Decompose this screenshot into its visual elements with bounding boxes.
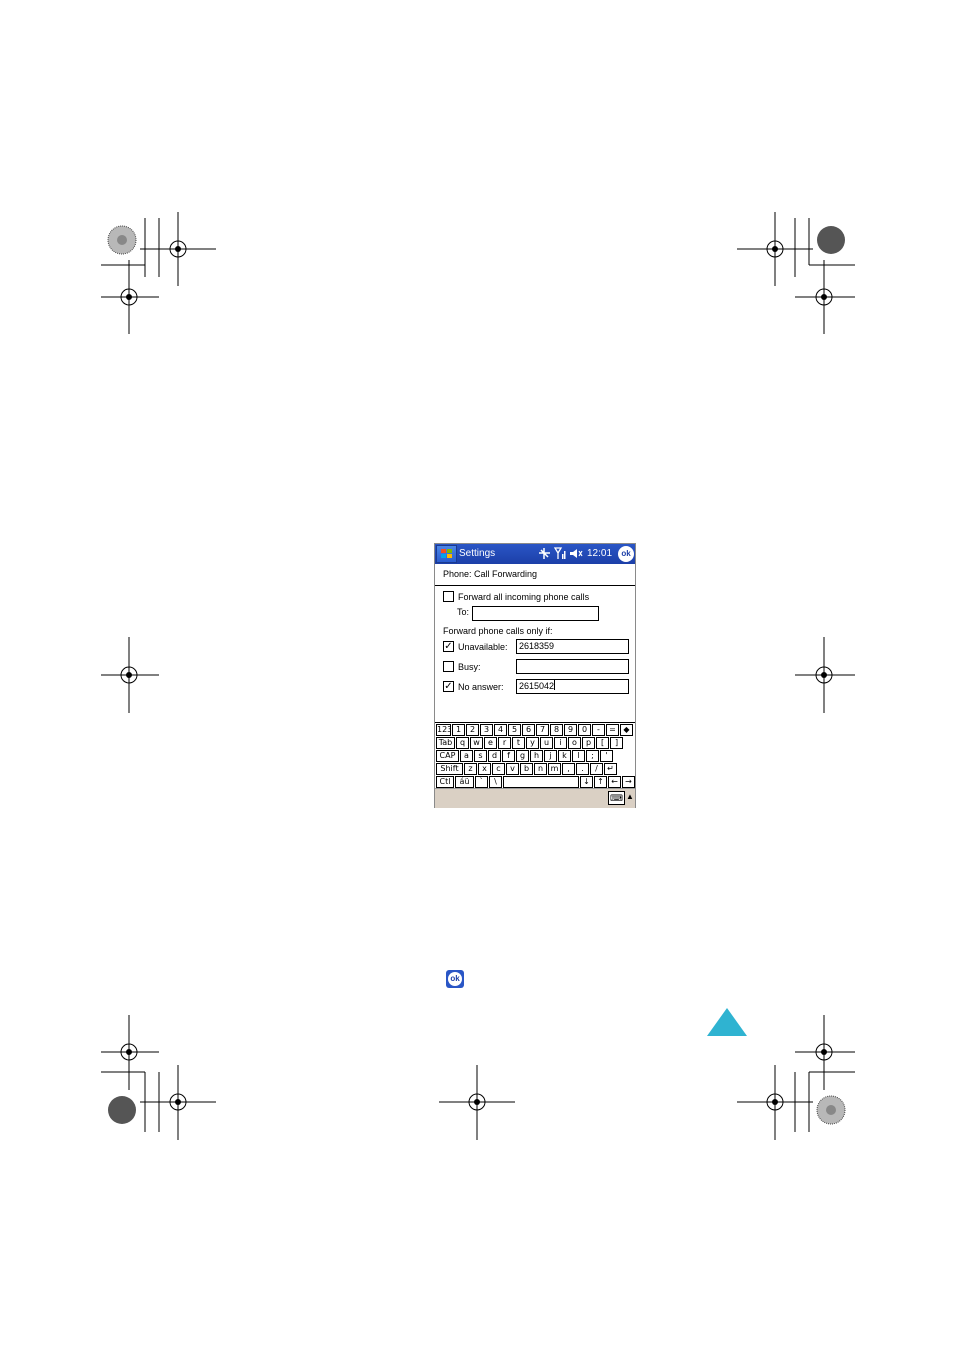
key[interactable]: 0	[578, 724, 591, 736]
key[interactable]: g	[516, 750, 529, 762]
key[interactable]: x	[478, 763, 491, 775]
key[interactable]: n	[534, 763, 547, 775]
key[interactable]: ◆	[620, 724, 633, 736]
ok-icon: ok	[446, 970, 464, 988]
key[interactable]: f	[502, 750, 515, 762]
key[interactable]: z	[464, 763, 477, 775]
key[interactable]: w	[470, 737, 483, 749]
key[interactable]: '	[600, 750, 613, 762]
key[interactable]: s	[474, 750, 487, 762]
busy-checkbox[interactable]	[443, 661, 454, 672]
key[interactable]: o	[568, 737, 581, 749]
ok-button[interactable]: ok	[618, 546, 634, 562]
no-answer-label: No answer:	[458, 682, 504, 692]
start-menu-button[interactable]	[436, 545, 457, 563]
unavailable-checkbox[interactable]: ✓	[443, 641, 454, 652]
key[interactable]: 4	[494, 724, 507, 736]
key[interactable]: ]	[610, 737, 623, 749]
key[interactable]: 2	[466, 724, 479, 736]
forward-to-field[interactable]	[472, 606, 599, 621]
clock: 12:01	[587, 548, 613, 559]
key[interactable]: Tab	[436, 737, 455, 749]
key[interactable]: =	[606, 724, 619, 736]
no-answer-checkbox[interactable]: ✓	[443, 681, 454, 692]
forward-all-checkbox[interactable]	[443, 591, 454, 602]
key[interactable]: CAP	[436, 750, 459, 762]
no-answer-number-value: 2615042	[519, 681, 555, 691]
key[interactable]: ↑	[594, 776, 607, 788]
key[interactable]: ←	[608, 776, 621, 788]
key[interactable]: Ctl	[436, 776, 454, 788]
connectivity-icon[interactable]	[538, 547, 551, 564]
key[interactable]: k	[558, 750, 571, 762]
key[interactable]: Shift	[436, 763, 463, 775]
unavailable-number-field[interactable]: 2618359	[516, 639, 629, 654]
keyboard-icon[interactable]: ⌨	[608, 791, 625, 805]
key[interactable]: c	[492, 763, 505, 775]
key[interactable]: i	[554, 737, 567, 749]
text-cursor	[554, 680, 556, 690]
conditional-forward-label: Forward phone calls only if:	[443, 626, 553, 636]
key[interactable]: /	[590, 763, 603, 775]
unavailable-number-value: 2618359	[519, 641, 555, 651]
key[interactable]: .	[576, 763, 589, 775]
busy-number-field[interactable]	[516, 659, 629, 674]
key[interactable]: ↓	[580, 776, 593, 788]
signal-icon[interactable]	[553, 547, 566, 564]
key[interactable]: a	[460, 750, 473, 762]
key[interactable]: q	[456, 737, 469, 749]
heading-divider	[435, 585, 635, 586]
key[interactable]: ↵	[604, 763, 617, 775]
key[interactable]: 8	[550, 724, 563, 736]
key[interactable]: 9	[564, 724, 577, 736]
key[interactable]: 5	[508, 724, 521, 736]
windows-flag-icon	[441, 549, 452, 558]
key[interactable]: b	[520, 763, 533, 775]
page-triangle-icon	[707, 1008, 747, 1036]
speaker-icon[interactable]	[569, 547, 583, 564]
to-label: To:	[457, 607, 470, 617]
key[interactable]: 7	[536, 724, 549, 736]
key[interactable]: t	[512, 737, 525, 749]
key[interactable]: áü	[455, 776, 474, 788]
key[interactable]: [	[596, 737, 609, 749]
key[interactable]: →	[622, 776, 635, 788]
key[interactable]: j	[544, 750, 557, 762]
menu-bar: ⌨ ▲	[435, 788, 635, 808]
ok-icon-label: ok	[448, 972, 462, 986]
key-space[interactable]	[503, 776, 579, 788]
key[interactable]: d	[488, 750, 501, 762]
key[interactable]: m	[548, 763, 561, 775]
busy-label: Busy:	[458, 662, 481, 672]
key[interactable]: h	[530, 750, 543, 762]
key[interactable]: 123	[436, 724, 451, 736]
key[interactable]: -	[592, 724, 605, 736]
key[interactable]: u	[540, 737, 553, 749]
forward-all-label: Forward all incoming phone calls	[458, 592, 590, 602]
page-title: Phone: Call Forwarding	[443, 569, 538, 579]
key[interactable]: 1	[452, 724, 465, 736]
soft-keyboard: 123 1 2 3 4 5 6 7 8 9 0- = ◆ Tab q w e r t y u i o p[] CAP a s d f g h…	[435, 722, 635, 788]
title-bar: Settings 12:01 ok	[435, 544, 635, 564]
key[interactable]: \	[489, 776, 502, 788]
no-answer-number-field[interactable]: 2615042	[516, 679, 629, 694]
key[interactable]: ;	[586, 750, 599, 762]
key[interactable]: `	[475, 776, 488, 788]
key[interactable]: 6	[522, 724, 535, 736]
key[interactable]: 3	[480, 724, 493, 736]
key[interactable]: p	[582, 737, 595, 749]
window-title: Settings	[459, 548, 496, 559]
key[interactable]: v	[506, 763, 519, 775]
key[interactable]: e	[484, 737, 497, 749]
pocket-pc-screen: Settings 12:01 ok Phone: Call Forwarding…	[434, 543, 636, 808]
key[interactable]: r	[498, 737, 511, 749]
key[interactable]: y	[526, 737, 539, 749]
key[interactable]: ,	[562, 763, 575, 775]
key[interactable]: l	[572, 750, 585, 762]
unavailable-label: Unavailable:	[458, 642, 508, 652]
input-menu-arrow[interactable]: ▲	[626, 792, 634, 801]
